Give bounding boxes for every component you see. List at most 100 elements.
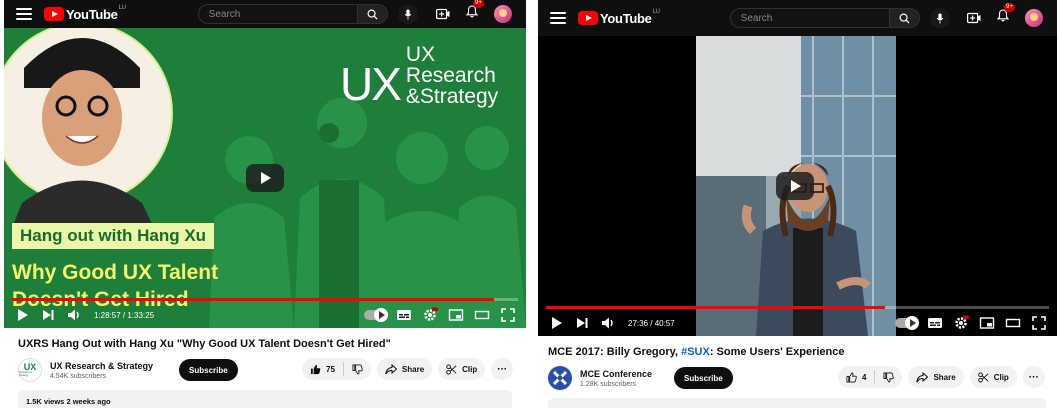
- like-button[interactable]: 75: [302, 358, 343, 380]
- thumbs-up-icon: [846, 371, 857, 382]
- search-bar: Search: [197, 4, 388, 24]
- channel-avatar[interactable]: UX Research & Strategy: [18, 358, 42, 382]
- search-button[interactable]: [889, 8, 920, 28]
- create-video-icon[interactable]: [436, 8, 450, 20]
- clip-label: Clip: [993, 372, 1009, 382]
- more-actions-button[interactable]: ···: [1022, 366, 1045, 388]
- brand-mark: UX UX Research &Strategy: [340, 44, 526, 107]
- like-button[interactable]: 4: [838, 366, 874, 388]
- fullscreen-icon[interactable]: [500, 307, 516, 323]
- channel-name[interactable]: MCE Conference: [580, 369, 652, 379]
- time-display: 27:36 / 40:57: [628, 318, 675, 328]
- scissors-icon: [446, 363, 457, 375]
- dislike-button[interactable]: [875, 366, 902, 388]
- description-box[interactable]: [548, 398, 1046, 408]
- subscribe-button[interactable]: Subscribe: [674, 367, 733, 389]
- notifications-button[interactable]: 9+: [996, 3, 1015, 27]
- thumbs-down-icon: [352, 364, 363, 375]
- screenshot-composite: YouTube LU Search 9+ UX UX Research &Str…: [0, 0, 1061, 408]
- channel-row: UX Research & Strategy UX Research & Str…: [18, 358, 238, 382]
- player-right-controls: [364, 307, 516, 323]
- youtube-play-icon: [44, 7, 64, 21]
- youtube-logo[interactable]: YouTube LU: [578, 9, 660, 26]
- subtitles-icon[interactable]: [396, 307, 412, 323]
- next-icon[interactable]: [574, 315, 590, 331]
- search-bar: Search: [729, 8, 920, 28]
- big-play-button[interactable]: [246, 164, 284, 192]
- autoplay-toggle[interactable]: [895, 316, 919, 330]
- account-avatar[interactable]: [494, 5, 512, 23]
- share-arrow-icon: [916, 371, 929, 382]
- player-right-controls: [895, 315, 1047, 331]
- thumbnail-headline-1: Why Good UX Talent: [12, 261, 219, 284]
- youtube-window-right: YouTube LU Search 9+ 27:36 / 40:57 MCE 2…: [538, 0, 1057, 408]
- search-input[interactable]: Search: [197, 4, 358, 24]
- notification-count-badge: 9+: [473, 0, 484, 8]
- big-play-button[interactable]: [776, 172, 814, 200]
- search-input[interactable]: Search: [729, 8, 890, 28]
- voice-search-button[interactable]: [929, 8, 950, 28]
- autoplay-toggle[interactable]: [364, 308, 388, 322]
- miniplayer-icon[interactable]: [448, 307, 464, 323]
- menu-icon[interactable]: [550, 12, 566, 24]
- video-player[interactable]: 27:36 / 40:57: [538, 36, 1057, 336]
- create-video-icon[interactable]: [967, 12, 981, 24]
- mce-logo-icon: [552, 370, 568, 386]
- share-button[interactable]: Share: [376, 358, 433, 380]
- menu-icon[interactable]: [16, 8, 32, 20]
- topbar-right-actions: 9+: [967, 3, 1043, 27]
- theater-mode-icon[interactable]: [474, 307, 490, 323]
- like-dislike-group: 75: [302, 358, 371, 380]
- description-box[interactable]: 1.5K views 2 weeks ago: [18, 390, 512, 408]
- theater-mode-icon[interactable]: [1005, 315, 1021, 331]
- voice-search-button[interactable]: [397, 4, 418, 24]
- clip-button[interactable]: Clip: [438, 358, 486, 380]
- notification-count-badge: 9+: [1004, 3, 1015, 12]
- search-icon: [899, 13, 910, 24]
- microphone-icon: [936, 12, 943, 24]
- next-icon[interactable]: [40, 307, 56, 323]
- play-icon[interactable]: [548, 315, 564, 331]
- notifications-button[interactable]: 9+: [465, 0, 484, 23]
- view-stats: 1.5K views 2 weeks ago: [26, 397, 111, 406]
- settings-gear-icon[interactable]: [422, 307, 438, 323]
- share-button[interactable]: Share: [908, 366, 964, 388]
- account-avatar[interactable]: [1025, 9, 1043, 27]
- youtube-window-left: YouTube LU Search 9+ UX UX Research &Str…: [4, 0, 526, 408]
- channel-info: MCE Conference 1.28K subscribers: [580, 369, 652, 388]
- share-label: Share: [401, 364, 425, 374]
- video-actions: 4 Share Clip ···: [838, 366, 1045, 388]
- player-controls: 27:36 / 40:57: [538, 308, 1057, 336]
- brand-line-1: UX Research: [405, 43, 496, 87]
- like-count: 4: [862, 372, 867, 382]
- top-bar: YouTube LU Search 9+: [538, 0, 1057, 36]
- channel-avatar[interactable]: [548, 366, 572, 390]
- settings-gear-icon[interactable]: [953, 315, 969, 331]
- clip-label: Clip: [462, 364, 478, 374]
- subscribe-button[interactable]: Subscribe: [179, 359, 238, 381]
- miniplayer-icon[interactable]: [979, 315, 995, 331]
- microphone-icon: [404, 8, 411, 20]
- share-label: Share: [933, 372, 956, 382]
- hashtag-link[interactable]: #SUX: [681, 346, 710, 358]
- clip-button[interactable]: Clip: [969, 366, 1017, 388]
- video-player[interactable]: UX UX Research &Strategy Hang out with H…: [4, 28, 526, 328]
- subscriber-count: 4.54K subscribers: [50, 372, 107, 380]
- search-button[interactable]: [357, 4, 388, 24]
- like-count: 75: [326, 364, 335, 374]
- youtube-play-icon: [578, 11, 598, 25]
- play-icon[interactable]: [14, 307, 30, 323]
- more-actions-button[interactable]: ···: [491, 358, 514, 380]
- ellipsis-icon: ···: [497, 363, 508, 375]
- volume-icon[interactable]: [66, 307, 82, 323]
- dislike-button[interactable]: [344, 358, 371, 380]
- youtube-logo[interactable]: YouTube LU: [44, 5, 126, 22]
- channel-name[interactable]: UX Research & Strategy: [50, 361, 153, 371]
- fullscreen-icon[interactable]: [1031, 315, 1047, 331]
- thumbnail-banner: Hang out with Hang Xu: [12, 223, 215, 249]
- video-actions: 75 Share Clip ···: [302, 358, 514, 380]
- subtitles-icon[interactable]: [927, 315, 943, 331]
- volume-icon[interactable]: [600, 315, 616, 331]
- channel-info: UX Research & Strategy 4.54K subscribers: [50, 361, 153, 380]
- share-arrow-icon: [385, 363, 397, 374]
